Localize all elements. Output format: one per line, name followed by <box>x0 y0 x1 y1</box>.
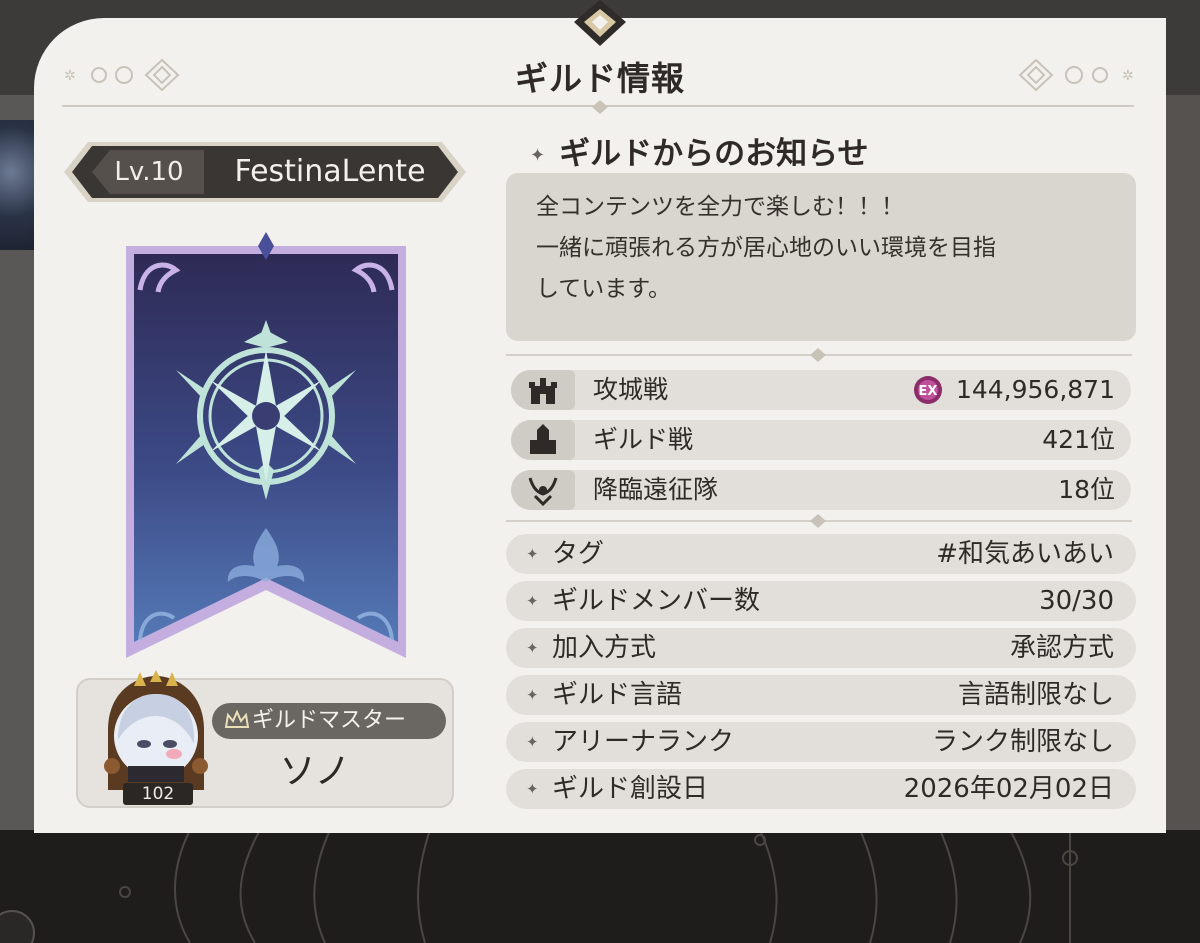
info-label: ギルド言語 <box>552 680 683 710</box>
sparkle-icon: ✦ <box>530 145 546 166</box>
sparkle-icon: ✦ <box>526 592 539 610</box>
info-value: 言語制限なし <box>957 680 1114 710</box>
info-value: #和気あいあい <box>936 539 1114 569</box>
sparkle-icon: ✦ <box>526 686 539 704</box>
guild-master-name: ソノ <box>279 751 351 792</box>
stat-row-guild-war: ギルド戦 421位 <box>511 420 1131 460</box>
fortress-icon <box>530 424 556 454</box>
svg-text:✲: ✲ <box>1122 68 1134 84</box>
stat-value: 421位 <box>1042 425 1115 454</box>
castle-icon <box>529 378 557 404</box>
sparkle-icon: ✦ <box>526 733 539 751</box>
background-artwork <box>0 120 36 250</box>
guild-notice-text: 全コンテンツを全力で楽しむ！！！ 一緒に頑張れる方が居心地のいい環境を目指 して… <box>506 173 1136 341</box>
stat-value: 18位 <box>1058 475 1115 504</box>
guild-banner-emblem <box>126 232 406 658</box>
info-value: ランク制限なし <box>931 727 1114 757</box>
stat-value: 144,956,871 <box>955 375 1115 404</box>
sparkle-icon: ✦ <box>526 545 539 563</box>
info-label: アリーナランク <box>552 727 735 757</box>
stat-label: ギルド戦 <box>593 425 694 454</box>
stat-label: 降臨遠征隊 <box>593 475 719 504</box>
sparkle-icon: ✦ <box>526 780 539 798</box>
svg-text:EX: EX <box>919 384 938 399</box>
notice-heading: ✦ ギルドからのお知らせ <box>530 136 869 172</box>
info-row-member-count: ✦ ギルドメンバー数 30/30 <box>506 581 1136 621</box>
info-row-founded-date: ✦ ギルド創設日 2026年02月02日 <box>506 769 1136 809</box>
guild-level: Lv.10 <box>114 157 184 187</box>
info-label: 加入方式 <box>552 633 657 663</box>
info-label: ギルドメンバー数 <box>552 586 761 616</box>
svg-text:✲: ✲ <box>64 68 76 84</box>
horned-crest-icon <box>528 477 558 506</box>
title-ornament-right-icon: ✲ <box>1018 58 1134 92</box>
background-right <box>1166 95 1200 855</box>
sparkle-icon: ✦ <box>526 639 539 657</box>
ex-rank-badge-icon: EX <box>914 376 942 404</box>
info-value: 承認方式 <box>1009 633 1114 663</box>
info-value: 2026年02月02日 <box>903 774 1114 804</box>
info-row-language: ✦ ギルド言語 言語制限なし <box>506 675 1136 715</box>
info-label: ギルド創設日 <box>552 774 709 804</box>
info-row-arena-rank: ✦ アリーナランク ランク制限なし <box>506 722 1136 762</box>
divider-gem-icon <box>592 100 608 114</box>
info-row-tag: ✦ タグ #和気あいあい <box>506 534 1136 574</box>
guild-name: FestinaLente <box>234 154 426 189</box>
divider-gem-icon <box>810 348 826 362</box>
stat-row-expedition: 降臨遠征隊 18位 <box>511 470 1131 510</box>
divider-gem-icon <box>810 514 826 528</box>
diamond-ornament-icon <box>574 0 626 46</box>
info-row-join-method: ✦ 加入方式 承認方式 <box>506 628 1136 668</box>
stat-label: 攻城戦 <box>593 375 669 404</box>
background-bottom-ornament <box>0 830 1200 943</box>
info-value: 30/30 <box>1039 586 1114 616</box>
info-label: タグ <box>552 539 605 569</box>
title-ornament-left-icon: ✲ <box>64 58 180 92</box>
crown-icon <box>224 709 250 728</box>
stat-row-siege: 攻城戦 EX 144,956,871 <box>511 370 1131 410</box>
master-level-badge: 102 <box>123 783 193 805</box>
